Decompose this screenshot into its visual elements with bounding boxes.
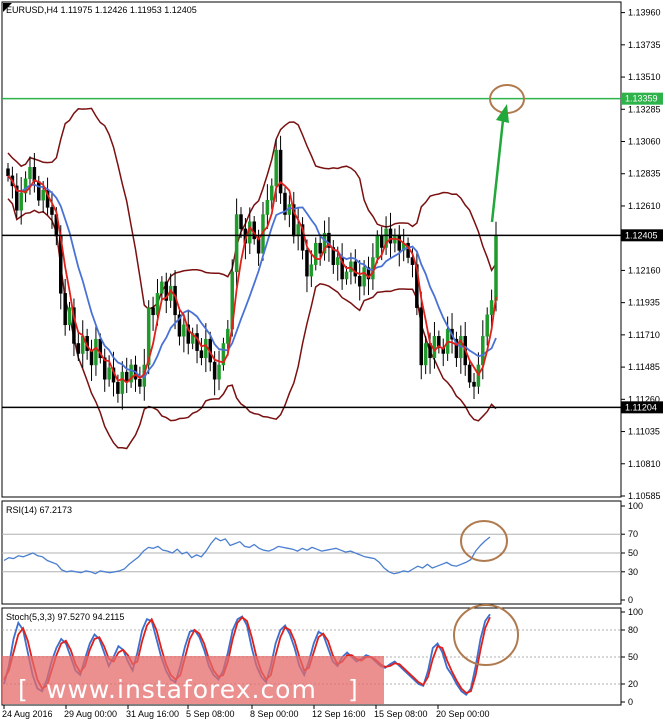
price-tick-label: 1.11035 bbox=[628, 427, 660, 437]
time-tick-label: 31 Aug 16:00 bbox=[126, 709, 179, 719]
candle-body bbox=[353, 261, 358, 277]
candle-body bbox=[116, 381, 120, 394]
oscillator-tick-label: 50 bbox=[628, 548, 638, 558]
price-tick-label: 1.11485 bbox=[628, 362, 660, 372]
oscillator-tick-label: 100 bbox=[628, 501, 643, 511]
candle-body bbox=[309, 264, 314, 277]
price-tick-label: 1.13735 bbox=[628, 40, 661, 50]
oscillator-tick-label: 80 bbox=[628, 625, 638, 635]
price-tick-label: 1.10810 bbox=[628, 459, 661, 469]
level-price-label: 1.11204 bbox=[625, 402, 657, 412]
stochastic-label: Stoch(5,3,3) 97.5270 94.2115 bbox=[6, 612, 124, 622]
candle-body bbox=[467, 364, 472, 383]
candle-body bbox=[212, 361, 217, 380]
oscillator-tick-label: 30 bbox=[628, 567, 638, 577]
candle-body bbox=[278, 149, 283, 194]
price-tick-label: 1.12835 bbox=[628, 169, 661, 179]
oscillator-tick-label: 70 bbox=[628, 529, 638, 539]
candle-body bbox=[419, 307, 424, 366]
candle-body bbox=[63, 293, 67, 326]
candle-body bbox=[379, 235, 384, 248]
candle-body bbox=[160, 281, 164, 294]
time-tick-label: 15 Sep 08:00 bbox=[374, 709, 428, 719]
price-tick-label: 1.12160 bbox=[628, 265, 661, 275]
candle-body bbox=[182, 324, 186, 337]
price-tick-label: 1.11710 bbox=[628, 330, 660, 340]
candle-body bbox=[107, 367, 111, 380]
candle-body bbox=[318, 242, 322, 254]
candle-body bbox=[494, 235, 498, 301]
stochastic-panel: 1008050200 Stoch(5,3,3) 97.5270 94.2115 … bbox=[1, 604, 643, 707]
candle-body bbox=[270, 185, 274, 201]
candle-body bbox=[76, 343, 81, 354]
candle-body bbox=[120, 371, 125, 394]
candle-body bbox=[296, 224, 300, 237]
price-tick-label: 1.13060 bbox=[628, 137, 661, 147]
price-panel: 1.13960 1.13735 1.13510 1.13285 1.13060 1.128… bbox=[1, 1, 663, 501]
oscillator-tick-label: 20 bbox=[628, 679, 638, 689]
oscillator-tick-label: 50 bbox=[628, 652, 638, 662]
candle-body bbox=[472, 381, 476, 387]
time-tick-label: 24 Aug 2016 bbox=[2, 709, 53, 719]
candle-body bbox=[265, 199, 270, 215]
price-tick-label: 1.13510 bbox=[628, 72, 661, 82]
candle-body bbox=[19, 192, 23, 211]
level-price-label: 1.13359 bbox=[625, 94, 658, 104]
rsi-panel: 100 70 50 30 0 RSI(14) 67.2173 bbox=[1, 500, 643, 605]
price-tick-label: 1.13960 bbox=[628, 8, 661, 18]
trading-chart: 1.13960 1.13735 1.13510 1.13285 1.13060 1.128… bbox=[0, 0, 665, 723]
watermark-text: [ bbox=[18, 675, 29, 704]
candle-body bbox=[256, 238, 261, 254]
watermark-text-end: ] bbox=[348, 675, 359, 704]
candle-body bbox=[274, 149, 278, 187]
candle-body bbox=[397, 235, 402, 251]
candle-body bbox=[362, 267, 366, 287]
price-tick-label: 1.12610 bbox=[628, 201, 661, 211]
oscillator-tick-label: 0 bbox=[628, 697, 633, 707]
candle-body bbox=[375, 235, 380, 258]
rsi-label: RSI(14) 67.2173 bbox=[6, 505, 72, 515]
candle-body bbox=[138, 379, 142, 387]
candle-body bbox=[217, 364, 221, 380]
candle-body bbox=[357, 275, 362, 287]
candle-body bbox=[67, 307, 72, 326]
candle-body bbox=[432, 336, 437, 359]
candle-body bbox=[335, 257, 340, 265]
price-tick-label: 1.11935 bbox=[628, 298, 660, 308]
candle-body bbox=[226, 328, 230, 344]
price-tick-label: 1.10585 bbox=[628, 491, 661, 501]
level-price-label: 1.12405 bbox=[625, 230, 658, 240]
candle-body bbox=[41, 189, 45, 201]
candle-body bbox=[28, 167, 32, 179]
symbol-header: EURUSD,H4 1.11975 1.12426 1.11953 1.1240… bbox=[6, 5, 197, 15]
candle-body bbox=[239, 214, 243, 230]
candle-body bbox=[305, 250, 309, 277]
oscillator-tick-label: 0 bbox=[628, 595, 633, 605]
candle-body bbox=[423, 343, 428, 366]
time-tick-label: 12 Sep 16:00 bbox=[312, 709, 366, 719]
time-tick-label: 29 Aug 00:00 bbox=[64, 709, 117, 719]
time-tick-label: 20 Sep 00:00 bbox=[436, 709, 490, 719]
candle-body bbox=[37, 181, 41, 201]
time-tick-label: 8 Sep 00:00 bbox=[250, 709, 299, 719]
candle-body bbox=[313, 242, 318, 265]
candle-body bbox=[489, 300, 494, 316]
price-tick-label: 1.13285 bbox=[628, 104, 661, 114]
candle-body bbox=[94, 338, 98, 366]
candle-body bbox=[50, 207, 54, 215]
oscillator-tick-label: 100 bbox=[628, 607, 643, 617]
candle-body bbox=[151, 307, 155, 316]
candle-body bbox=[199, 350, 204, 359]
time-tick-label: 5 Sep 08:00 bbox=[186, 709, 235, 719]
candle-body bbox=[6, 168, 10, 177]
candle-body bbox=[344, 271, 349, 280]
candle-body bbox=[234, 214, 239, 273]
candle-body bbox=[89, 350, 94, 366]
watermark-url: www.instaforex.com bbox=[46, 675, 317, 704]
candle-body bbox=[485, 314, 489, 337]
